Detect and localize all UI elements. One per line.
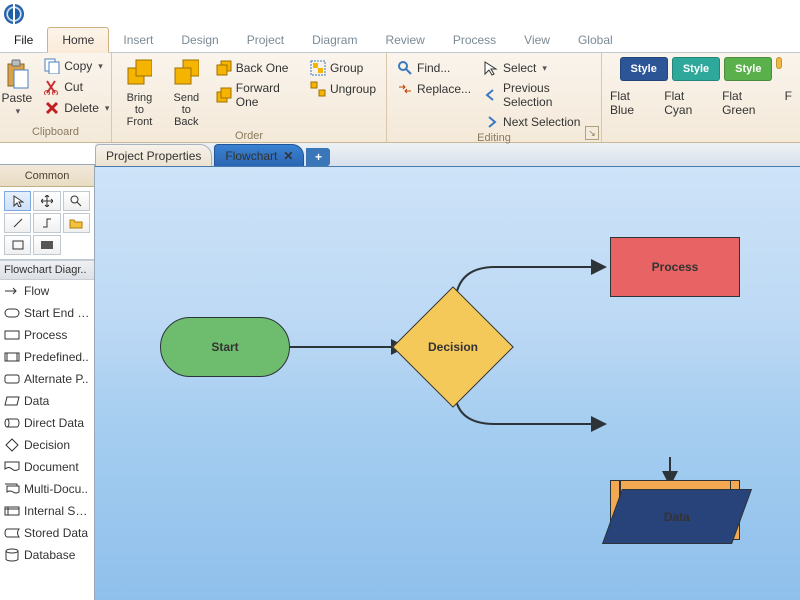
close-icon[interactable]: ✕ <box>283 149 293 163</box>
replace-button[interactable]: Replace... <box>393 79 475 99</box>
shape-predefined[interactable]: Predefined.. <box>0 346 94 368</box>
node-decision[interactable]: Decision <box>410 304 496 390</box>
paste-icon <box>4 58 30 90</box>
tab-diagram[interactable]: Diagram <box>298 28 371 52</box>
flow-icon <box>4 285 20 297</box>
bring-front-icon <box>126 58 152 90</box>
category-header[interactable]: Flowchart Diagr.. <box>0 260 94 280</box>
tool-zoom[interactable] <box>63 191 90 211</box>
prev-selection-button[interactable]: Previous Selection <box>479 79 595 111</box>
delete-icon <box>44 100 60 116</box>
shape-document[interactable]: Document <box>0 456 94 478</box>
tab-design[interactable]: Design <box>167 28 232 52</box>
editing-dialog-launcher[interactable]: ↘ <box>585 126 599 140</box>
ribbon-group-clipboard: Paste ▾ Copy▾ Cut Delete▾ Clipboard <box>0 53 112 142</box>
prev-sel-icon <box>483 87 499 103</box>
style-label-flat-green: Flat Green <box>722 89 773 117</box>
cut-button[interactable]: Cut <box>40 77 113 97</box>
node-process[interactable]: Process <box>610 237 740 297</box>
style-flat-blue-button[interactable]: Style <box>620 57 668 81</box>
style-flat-green-button[interactable]: Style <box>724 57 772 81</box>
delete-button[interactable]: Delete▾ <box>40 98 113 118</box>
tab-review[interactable]: Review <box>371 28 438 52</box>
select-icon <box>483 60 499 76</box>
panel-header-common[interactable]: Common <box>0 165 94 187</box>
copy-button[interactable]: Copy▾ <box>40 56 113 76</box>
shape-alternate[interactable]: Alternate P.. <box>0 368 94 390</box>
ungroup-button[interactable]: Ungroup <box>306 79 380 99</box>
diagram-canvas[interactable]: Start Decision Process Predefined Proces… <box>95 167 800 600</box>
style-label-more: F <box>785 89 792 117</box>
style-flat-cyan-button[interactable]: Style <box>672 57 720 81</box>
tab-project-properties[interactable]: Project Properties <box>95 144 212 166</box>
copy-icon <box>44 58 60 74</box>
order-label: Order <box>235 130 263 144</box>
node-data[interactable]: Data <box>602 489 752 544</box>
next-sel-icon <box>483 114 499 130</box>
app-logo-icon <box>4 4 24 24</box>
back-one-button[interactable]: Back One <box>212 58 302 78</box>
tool-move[interactable] <box>33 191 60 211</box>
editing-label: Editing <box>477 132 511 146</box>
shape-start-end[interactable]: Start End S.. <box>0 302 94 324</box>
ribbon-group-styles: Style Style Style Flat Blue Flat Cyan Fl… <box>602 53 800 142</box>
ribbon-group-editing: Find... Replace... Select▾ Previous Sele… <box>387 53 602 142</box>
add-tab-button[interactable]: + <box>306 148 330 166</box>
back-one-icon <box>216 60 232 76</box>
tool-grid <box>0 187 94 260</box>
select-button[interactable]: Select▾ <box>479 58 595 78</box>
tab-home[interactable]: Home <box>47 27 109 53</box>
tool-folder[interactable] <box>63 213 90 233</box>
menu-tabs: File Home Insert Design Project Diagram … <box>0 28 800 53</box>
shape-direct-data[interactable]: Direct Data <box>0 412 94 434</box>
group-icon <box>310 60 326 76</box>
style-label-flat-cyan: Flat Cyan <box>664 89 710 117</box>
node-start[interactable]: Start <box>160 317 290 377</box>
shape-flow[interactable]: Flow <box>0 280 94 302</box>
shape-multi-document[interactable]: Multi-Docu.. <box>0 478 94 500</box>
paste-button[interactable]: Paste ▾ <box>0 56 36 119</box>
forward-one-icon <box>216 87 232 103</box>
shape-data[interactable]: Data <box>0 390 94 412</box>
shape-decision[interactable]: Decision <box>0 434 94 456</box>
tool-rect2[interactable] <box>33 235 60 255</box>
next-selection-button[interactable]: Next Selection <box>479 112 595 132</box>
send-to-back-button[interactable]: Send to Back <box>165 56 208 130</box>
tab-insert[interactable]: Insert <box>109 28 167 52</box>
shape-internal-storage[interactable]: Internal Sto.. <box>0 500 94 522</box>
document-tabs: Project Properties Flowchart✕ + <box>95 143 800 167</box>
ungroup-icon <box>310 81 326 97</box>
style-label-flat-blue: Flat Blue <box>610 89 652 117</box>
tool-line[interactable] <box>4 213 31 233</box>
cut-icon <box>44 79 60 95</box>
shape-process[interactable]: Process <box>0 324 94 346</box>
tab-file[interactable]: File <box>0 28 47 52</box>
clipboard-label: Clipboard <box>32 126 79 140</box>
tab-global[interactable]: Global <box>564 28 627 52</box>
replace-icon <box>397 81 413 97</box>
tab-process[interactable]: Process <box>439 28 510 52</box>
shape-database[interactable]: Database <box>0 544 94 566</box>
tool-connector[interactable] <box>33 213 60 233</box>
bring-to-front-button[interactable]: Bring to Front <box>118 56 161 130</box>
tool-pointer[interactable] <box>4 191 31 211</box>
ribbon: Paste ▾ Copy▾ Cut Delete▾ Clipboard Brin… <box>0 53 800 143</box>
send-back-icon <box>173 58 199 90</box>
tool-rect[interactable] <box>4 235 31 255</box>
shape-stored-data[interactable]: Stored Data <box>0 522 94 544</box>
titlebar <box>0 0 800 28</box>
find-button[interactable]: Find... <box>393 58 475 78</box>
shape-list: Flow Start End S.. Process Predefined.. … <box>0 280 94 600</box>
style-more-button[interactable] <box>776 57 782 69</box>
ribbon-group-order: Bring to Front Send to Back Back One For… <box>112 53 387 142</box>
forward-one-button[interactable]: Forward One <box>212 79 302 111</box>
tab-flowchart[interactable]: Flowchart✕ <box>214 144 304 166</box>
group-button[interactable]: Group <box>306 58 380 78</box>
find-icon <box>397 60 413 76</box>
left-panel: Common Flowchart Diagr.. Flow Start End … <box>0 143 95 600</box>
tab-view[interactable]: View <box>510 28 564 52</box>
tab-project[interactable]: Project <box>233 28 298 52</box>
